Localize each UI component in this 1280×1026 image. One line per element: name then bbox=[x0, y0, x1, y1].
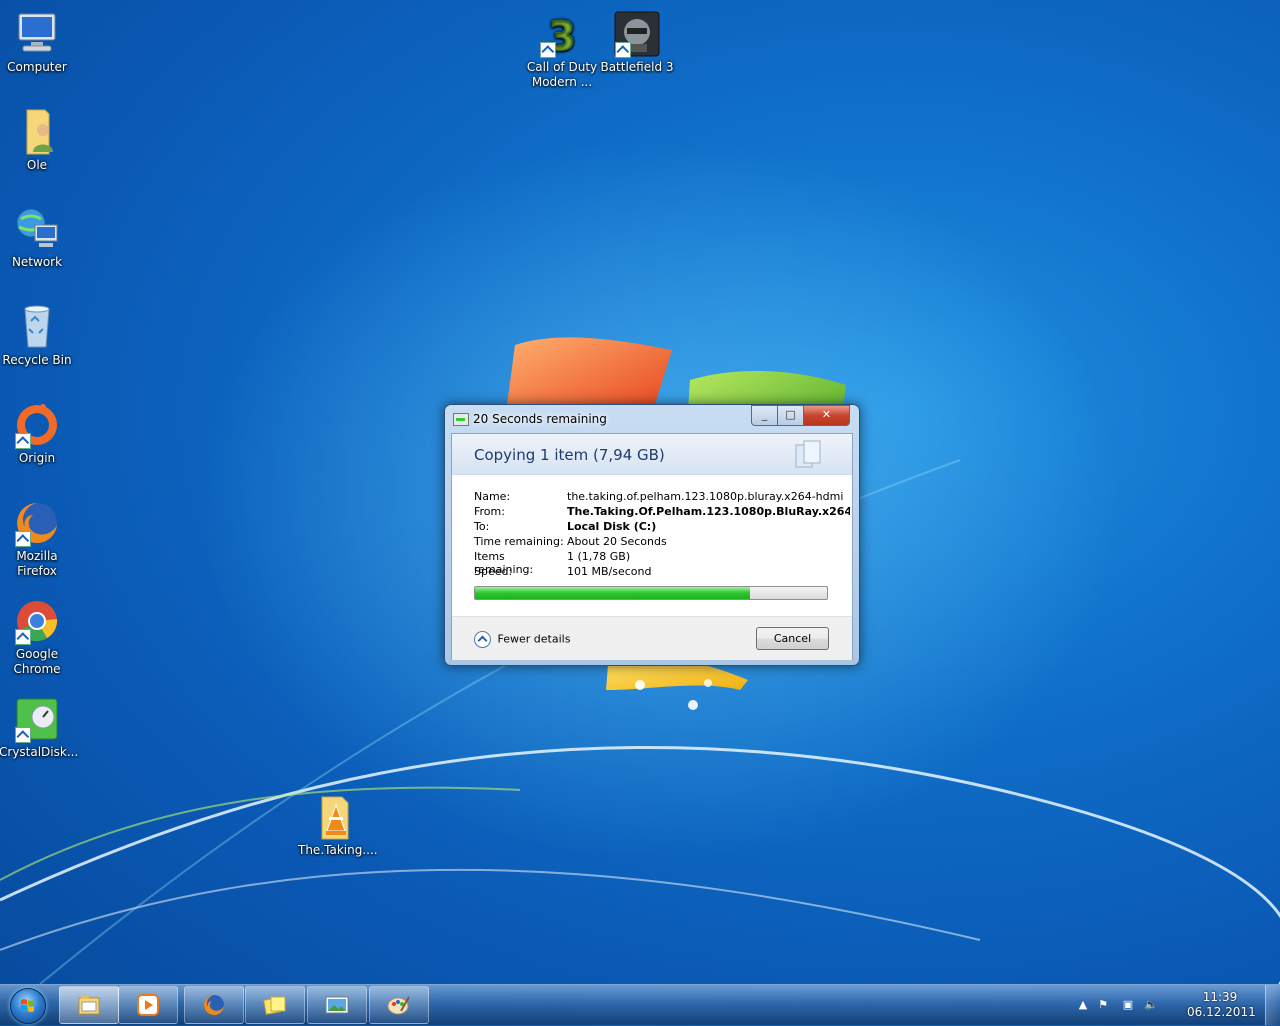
desktop-icon-video-folder[interactable]: The.Taking.... bbox=[298, 793, 378, 858]
detail-key: Time remaining: bbox=[474, 535, 564, 548]
minimize-button[interactable]: _ bbox=[751, 405, 778, 426]
desktop-icon-label: Ole bbox=[26, 158, 48, 172]
notification-area: ▲ ⚑ ▣ 🔈 11:39 06.12.2011 bbox=[1076, 985, 1256, 1025]
detail-value-link[interactable]: Local Disk (C:) bbox=[567, 520, 850, 533]
detail-row-name: Name: the.taking.of.pelham.123.1080p.blu… bbox=[474, 490, 843, 503]
cancel-button[interactable]: Cancel bbox=[756, 627, 829, 650]
vlc-folder-icon bbox=[312, 793, 360, 841]
desktop-icon-label: Call of Duty Modern ... bbox=[526, 60, 598, 89]
dialog-title: 20 Seconds remaining bbox=[473, 412, 607, 426]
copy-icon bbox=[453, 413, 469, 426]
detail-key: Speed: bbox=[474, 565, 513, 578]
shortcut-arrow-icon bbox=[15, 727, 31, 743]
shortcut-arrow-icon bbox=[15, 433, 31, 449]
desktop-icon-label: Network bbox=[11, 255, 63, 269]
detail-value: 1 (1,78 GB) bbox=[567, 550, 631, 563]
desktop-icon-recycle-bin[interactable]: Recycle Bin bbox=[0, 303, 75, 368]
progress-fill bbox=[475, 587, 750, 599]
crystaldiskmark-icon bbox=[13, 695, 61, 743]
user-folder-icon bbox=[13, 108, 61, 156]
detail-key: From: bbox=[474, 505, 505, 518]
chevron-up-icon bbox=[474, 631, 491, 648]
detail-key: Name: bbox=[474, 490, 511, 503]
detail-row-speed: Speed: 101 MB/second bbox=[474, 565, 651, 578]
shortcut-arrow-icon bbox=[615, 42, 631, 58]
desktop-icon-crystaldisk[interactable]: CrystalDisk... bbox=[0, 695, 79, 760]
call-of-duty-icon: 3 bbox=[538, 10, 586, 61]
taskbar-button-sticky-notes[interactable] bbox=[245, 986, 305, 1024]
volume-icon[interactable]: 🔈 bbox=[1144, 998, 1158, 1012]
show-desktop-button[interactable] bbox=[1265, 985, 1280, 1025]
dialog-footer: Fewer details Cancel bbox=[452, 616, 852, 660]
taskbar-button-firefox[interactable] bbox=[184, 986, 244, 1024]
taskbar-button-explorer[interactable] bbox=[59, 986, 119, 1024]
desktop-icon-label: The.Taking.... bbox=[298, 843, 378, 857]
desktop-icon-battlefield[interactable]: Battlefield 3 bbox=[599, 10, 675, 75]
taskbar-button-paint[interactable] bbox=[369, 986, 429, 1024]
taskbar: ▲ ⚑ ▣ 🔈 11:39 06.12.2011 bbox=[0, 984, 1280, 1025]
detail-value: 101 MB/second bbox=[567, 565, 652, 578]
desktop-icon-label: Google Chrome bbox=[13, 647, 61, 676]
detail-row-from: From: The.Taking.Of.Pelham.123.1080p.Blu… bbox=[474, 505, 850, 518]
start-button[interactable] bbox=[2, 986, 52, 1024]
show-hidden-icons-button[interactable]: ▲ bbox=[1076, 998, 1090, 1012]
shortcut-arrow-icon bbox=[540, 42, 556, 58]
shortcut-arrow-icon bbox=[15, 629, 31, 645]
desktop-icon-label: CrystalDisk... bbox=[0, 745, 79, 759]
maximize-button[interactable]: □ bbox=[777, 405, 804, 426]
origin-icon bbox=[13, 401, 61, 449]
detail-value-link[interactable]: The.Taking.Of.Pelham.123.1080p.BluRay.x2… bbox=[567, 505, 850, 518]
detail-value: the.taking.of.pelham.123.1080p.bluray.x2… bbox=[567, 490, 844, 503]
network-status-icon[interactable]: ▣ bbox=[1121, 998, 1135, 1012]
chrome-icon bbox=[13, 597, 61, 645]
sticky-notes-icon bbox=[263, 996, 286, 1015]
firefox-icon bbox=[13, 499, 61, 547]
network-icon bbox=[13, 205, 61, 253]
detail-key: To: bbox=[474, 520, 490, 533]
computer-icon bbox=[13, 10, 61, 58]
dialog-content: Copying 1 item (7,94 GB) Name: the.takin… bbox=[451, 433, 853, 660]
fewer-details-label: Fewer details bbox=[497, 632, 571, 646]
paint-icon bbox=[387, 996, 410, 1015]
copy-progress-bar bbox=[474, 586, 828, 600]
action-center-flag-icon[interactable]: ⚑ bbox=[1096, 998, 1110, 1012]
windows-explorer-icon bbox=[78, 996, 100, 1015]
detail-row-to: To: Local Disk (C:) bbox=[474, 520, 656, 533]
shortcut-arrow-icon bbox=[15, 531, 31, 547]
copy-progress-dialog[interactable]: 20 Seconds remaining _ □ ✕ Copying 1 ite… bbox=[444, 404, 860, 666]
taskbar-button-media-player[interactable] bbox=[118, 986, 178, 1024]
clock-time: 11:39 bbox=[1202, 990, 1238, 1004]
desktop-icon-origin[interactable]: Origin bbox=[0, 401, 75, 466]
desktop-icon-chrome[interactable]: Google Chrome bbox=[0, 597, 75, 677]
windows-logo-icon bbox=[10, 988, 46, 1024]
desktop-icon-call-of-duty[interactable]: 3 Call of Duty Modern ... bbox=[524, 10, 600, 90]
desktop-icon-network[interactable]: Network bbox=[0, 205, 75, 270]
fewer-details-toggle[interactable]: Fewer details bbox=[474, 631, 570, 648]
dialog-header: Copying 1 item (7,94 GB) bbox=[452, 434, 852, 475]
detail-value: About 20 Seconds bbox=[567, 535, 667, 548]
clock[interactable]: 11:39 06.12.2011 bbox=[1187, 990, 1256, 1020]
desktop-icon-user-folder[interactable]: Ole bbox=[0, 108, 75, 173]
desktop-icon-computer[interactable]: Computer bbox=[0, 10, 75, 75]
desktop-icon-label: Origin bbox=[18, 451, 56, 465]
firefox-icon bbox=[204, 995, 224, 1015]
desktop-icon-label: Recycle Bin bbox=[2, 353, 72, 367]
desktop-icon-firefox[interactable]: Mozilla Firefox bbox=[0, 499, 75, 579]
desktop-icon-label: Computer bbox=[7, 60, 67, 74]
copy-heading: Copying 1 item (7,94 GB) bbox=[474, 446, 665, 464]
battlefield-icon bbox=[613, 10, 661, 58]
recycle-bin-icon bbox=[13, 303, 61, 351]
detail-row-time-remaining: Time remaining: About 20 Seconds bbox=[474, 535, 667, 548]
desktop-icon-label: Mozilla Firefox bbox=[16, 549, 58, 578]
close-button[interactable]: ✕ bbox=[803, 405, 850, 426]
copy-documents-icon bbox=[795, 440, 821, 468]
taskbar-button-picture-viewer[interactable] bbox=[307, 986, 367, 1024]
media-player-icon bbox=[137, 994, 159, 1016]
clock-date: 06.12.2011 bbox=[1187, 1005, 1256, 1019]
picture-viewer-icon bbox=[325, 996, 349, 1014]
desktop-icon-label: Battlefield 3 bbox=[600, 60, 674, 74]
